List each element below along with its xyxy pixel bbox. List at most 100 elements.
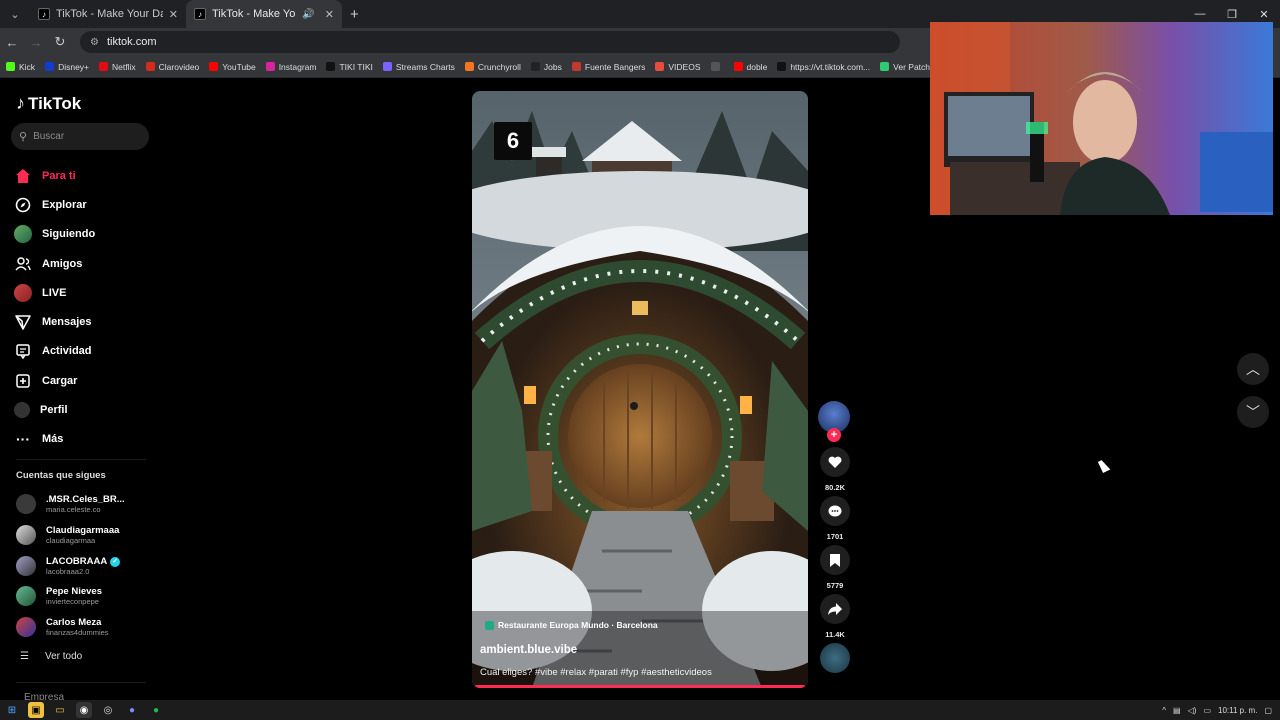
bookmark-item[interactable]: Instagram — [265, 62, 316, 72]
video-player[interactable]: 6 Restaurante Europa Mundo · Barcelona a… — [472, 91, 808, 688]
account-item[interactable]: Carlos Meza finanzas4dummies — [16, 617, 109, 637]
sidebar-item-siguiendo[interactable]: Siguiendo — [14, 220, 95, 249]
sidebar-item-mas[interactable]: ··· Más — [14, 425, 95, 454]
search-input[interactable] — [33, 131, 134, 142]
account-avatar — [16, 556, 36, 576]
sidebar-item-explorar[interactable]: Explorar — [14, 190, 95, 219]
new-tab-button[interactable]: + — [350, 6, 359, 23]
discord-icon[interactable]: ● — [124, 702, 140, 718]
search-box[interactable]: ⚲ — [11, 123, 149, 150]
bookmark-favicon-icon — [382, 62, 392, 71]
send-icon — [14, 313, 32, 331]
video-author[interactable]: ambient.blue.vibe — [480, 644, 577, 656]
speaker-icon[interactable]: 🔊 — [302, 9, 314, 20]
bookmark-item[interactable]: Streams Charts — [382, 62, 455, 72]
tray-chevron-icon[interactable]: ^ — [1162, 706, 1166, 715]
share-count: 11.4K — [825, 630, 845, 639]
share-button[interactable]: 11.4K — [818, 594, 852, 639]
account-item[interactable]: .MSR.Celes_BR... maria.celeste.co — [16, 494, 125, 514]
location-tag[interactable]: Restaurante Europa Mundo · Barcelona — [485, 620, 658, 630]
sidebar-item-actividad[interactable]: Actividad — [14, 337, 95, 366]
close-tab-icon[interactable]: ✕ — [325, 8, 334, 21]
sidebar-item-perfil[interactable]: Perfil — [14, 395, 95, 424]
taskbar: ⊞ ▣ ▭ ◉ ◎ ● ● ^ ▤ ◁) ▭ 10:11 p. m. ▢ — [0, 700, 1280, 720]
bookmark-item[interactable]: Crunchyroll — [464, 62, 521, 72]
bookmark-item[interactable]: Fuente Bangers — [571, 62, 645, 72]
home-icon — [14, 167, 32, 185]
spotify-icon[interactable]: ● — [148, 702, 164, 718]
bookmark-icon — [820, 545, 850, 575]
network-icon[interactable]: ▤ — [1173, 706, 1181, 715]
bookmark-item[interactable]: VIDEOS — [655, 62, 701, 72]
sidebar-item-amigos[interactable]: Amigos — [14, 249, 95, 278]
upload-icon — [14, 372, 32, 390]
bookmark-favicon-icon — [99, 62, 109, 71]
chrome-icon[interactable]: ◉ — [76, 702, 92, 718]
bookmark-item[interactable]: Clarovideo — [145, 62, 199, 72]
url-field[interactable]: ⚙ tiktok.com — [80, 31, 900, 53]
bookmark-item[interactable]: Ver Patch A — [880, 62, 938, 72]
browser-tab-1[interactable]: ♪ TikTok - Make Your Day ✕ — [30, 0, 186, 28]
bookmark-item[interactable]: Jobs — [530, 62, 562, 72]
list-icon: ☰ — [20, 651, 29, 662]
reload-icon[interactable]: ↻ — [48, 34, 72, 50]
video-progress-bar[interactable] — [475, 685, 805, 688]
windows-start-icon[interactable]: ⊞ — [4, 702, 20, 718]
browser-tab-2[interactable]: ♪ TikTok - Make Your Day 🔊 ✕ — [186, 0, 342, 28]
account-avatar — [16, 617, 36, 637]
bookmark-item[interactable]: Netflix — [99, 62, 136, 72]
more-icon: ··· — [16, 431, 30, 448]
language-icon[interactable]: ▭ — [1203, 706, 1211, 715]
app-icon[interactable]: ▣ — [28, 702, 44, 718]
tiktok-logo[interactable]: ♪ TikTok — [16, 93, 81, 114]
bookmark-item[interactable]: Kick — [6, 62, 35, 72]
file-explorer-icon[interactable]: ▭ — [52, 702, 68, 718]
next-video-button[interactable]: ﹀ — [1237, 396, 1269, 428]
bookmark-item[interactable] — [710, 62, 724, 71]
account-avatar — [16, 494, 36, 514]
location-pin-icon — [485, 620, 494, 630]
site-info-icon[interactable]: ⚙ — [90, 37, 99, 48]
notifications-icon[interactable]: ▢ — [1264, 706, 1272, 715]
bookmark-favicon-icon — [655, 62, 665, 71]
sidebar-menu: Para ti Explorar Siguiendo Amigos LIVE M… — [14, 161, 95, 454]
close-tab-icon[interactable]: ✕ — [169, 8, 178, 21]
like-button[interactable]: 80.2K — [818, 447, 852, 492]
sidebar-item-para-ti[interactable]: Para ti — [14, 161, 95, 190]
system-tray: ^ ▤ ◁) ▭ 10:11 p. m. ▢ — [1162, 700, 1272, 720]
account-item[interactable]: Claudiagarmaaa claudiagarmaa — [16, 525, 119, 545]
back-icon[interactable]: ← — [0, 35, 24, 50]
bookmark-item[interactable]: doble — [733, 62, 767, 72]
activity-icon — [14, 342, 32, 360]
verified-badge-icon: ✓ — [110, 556, 121, 567]
sidebar-item-cargar[interactable]: Cargar — [14, 366, 95, 395]
account-item[interactable]: Pepe Nieves invierteconpepe — [16, 586, 102, 606]
sidebar-item-live[interactable]: LIVE — [14, 278, 95, 307]
bookmark-item[interactable]: https://vt.tiktok.com... — [777, 62, 870, 72]
bookmark-favicon-icon — [45, 62, 55, 71]
tiktok-favicon-icon: ♪ — [38, 8, 50, 20]
clock[interactable]: 10:11 p. m. — [1218, 706, 1257, 715]
music-disc-icon[interactable] — [820, 643, 850, 673]
bookmark-item[interactable]: YouTube — [209, 62, 256, 72]
footer-link[interactable]: Empresa — [24, 692, 64, 700]
tab-search-button[interactable]: ⌄ — [4, 5, 26, 23]
app-icon[interactable]: ◎ — [100, 702, 116, 718]
share-icon — [820, 594, 850, 624]
comment-button[interactable]: 1701 — [818, 496, 852, 541]
save-button[interactable]: 5779 — [818, 545, 852, 590]
sidebar-item-mensajes[interactable]: Mensajes — [14, 307, 95, 336]
see-all-button[interactable]: ☰ Ver todo — [20, 651, 82, 662]
bookmark-favicon-icon — [145, 62, 155, 71]
forward-icon[interactable]: → — [24, 35, 48, 50]
bookmark-favicon-icon — [710, 62, 720, 71]
bookmark-item[interactable]: Disney+ — [45, 62, 89, 72]
bookmark-favicon-icon — [571, 62, 581, 71]
follow-plus-icon[interactable]: + — [827, 428, 841, 442]
previous-video-button[interactable]: ︿ — [1237, 353, 1269, 385]
account-item[interactable]: LACOBRAAA ✓ lacobraaa2.0 — [16, 556, 121, 576]
bookmark-item[interactable]: TIKI TIKI — [326, 62, 373, 72]
creator-avatar[interactable]: + — [818, 401, 850, 442]
comment-count: 1701 — [826, 532, 844, 541]
volume-icon[interactable]: ◁) — [1188, 706, 1197, 715]
